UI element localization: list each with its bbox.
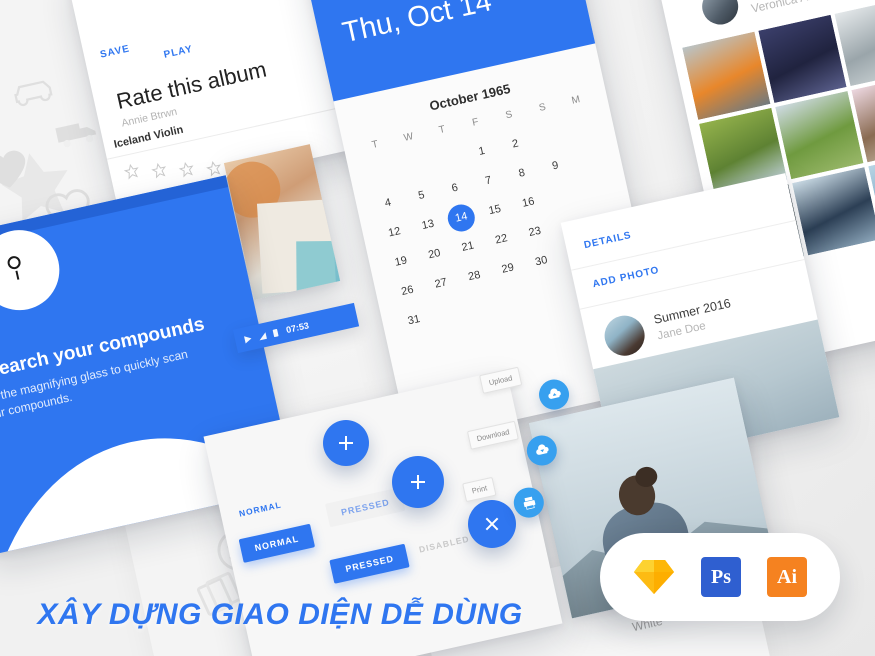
selected-date-label: Thu, Oct 14 [339, 0, 495, 50]
day-initial: S [537, 101, 547, 114]
star-icon[interactable] [205, 159, 223, 177]
cloud-download-icon [535, 444, 548, 455]
speed-dial-label-upload: Upload [479, 366, 523, 394]
play-icon [243, 335, 252, 344]
waterfall [792, 167, 875, 256]
speed-dial-action-download[interactable] [523, 432, 560, 469]
plus-icon [339, 436, 353, 450]
details-button[interactable]: DETAILS [583, 230, 633, 251]
fab-add-large[interactable] [392, 456, 444, 508]
gallery-photo[interactable] [775, 90, 864, 180]
sketch-logo [634, 560, 674, 594]
button-normal[interactable]: NORMAL [238, 523, 316, 563]
play-button[interactable]: PLAY [163, 44, 194, 61]
signal-icon [259, 331, 267, 340]
status-time: 07:53 [285, 320, 310, 336]
gallery-author: Veronica Aiden [749, 0, 832, 16]
day-initial: F [471, 116, 480, 129]
plus-icon [411, 475, 425, 489]
star-icon[interactable] [150, 161, 168, 179]
day-initial: S [504, 109, 514, 122]
cloudy-meadow [775, 90, 864, 180]
day-initial: T [437, 124, 447, 137]
fab-add-small[interactable] [323, 420, 369, 466]
state-label-disabled: DISABLED [418, 533, 471, 555]
state-label-normal: NORMAL [237, 499, 283, 519]
battery-icon [272, 328, 279, 337]
mockup-stage: wards SAVE PLAY Rate this album Annie Bt… [0, 0, 875, 656]
speed-dial-label-print: Print [462, 476, 497, 503]
misty-lava-field [682, 31, 771, 120]
star-icon[interactable] [123, 162, 141, 180]
speed-dial-action-print[interactable] [510, 484, 547, 521]
cloud-upload-icon [547, 388, 561, 399]
add-photo-button[interactable]: ADD PHOTO [592, 265, 661, 290]
printer-icon [523, 496, 535, 510]
day-initial: T [370, 138, 380, 151]
gallery-photo[interactable] [758, 14, 847, 104]
speed-dial-action-upload[interactable] [536, 376, 572, 413]
button-pressed[interactable]: PRESSED [329, 543, 410, 584]
star-icon[interactable] [178, 160, 196, 178]
gallery-photo[interactable] [682, 31, 771, 120]
page-headline: XÂY DỰNG GIAO DIỆN DỄ DÙNG [37, 598, 523, 631]
night-mountain [758, 14, 847, 104]
save-button[interactable]: SAVE [99, 43, 134, 74]
calendar-day[interactable]: 31 [394, 302, 434, 339]
day-initial: M [570, 94, 582, 107]
calendar-day[interactable]: 9 [535, 148, 575, 185]
photoshop-logo: Ps [701, 557, 741, 597]
speed-dial-label-download: Download [466, 420, 520, 450]
avatar [600, 311, 649, 360]
illustrator-logo: Ai [767, 557, 807, 597]
calendar-day[interactable]: 30 [521, 243, 561, 280]
day-initial: W [402, 131, 415, 144]
album-actions: SAVE PLAY [99, 30, 194, 74]
search-fab[interactable] [0, 222, 68, 318]
avatar [698, 0, 742, 28]
gallery-photo[interactable] [792, 167, 875, 256]
tools-logo-pill: Ps Ai [600, 533, 840, 621]
